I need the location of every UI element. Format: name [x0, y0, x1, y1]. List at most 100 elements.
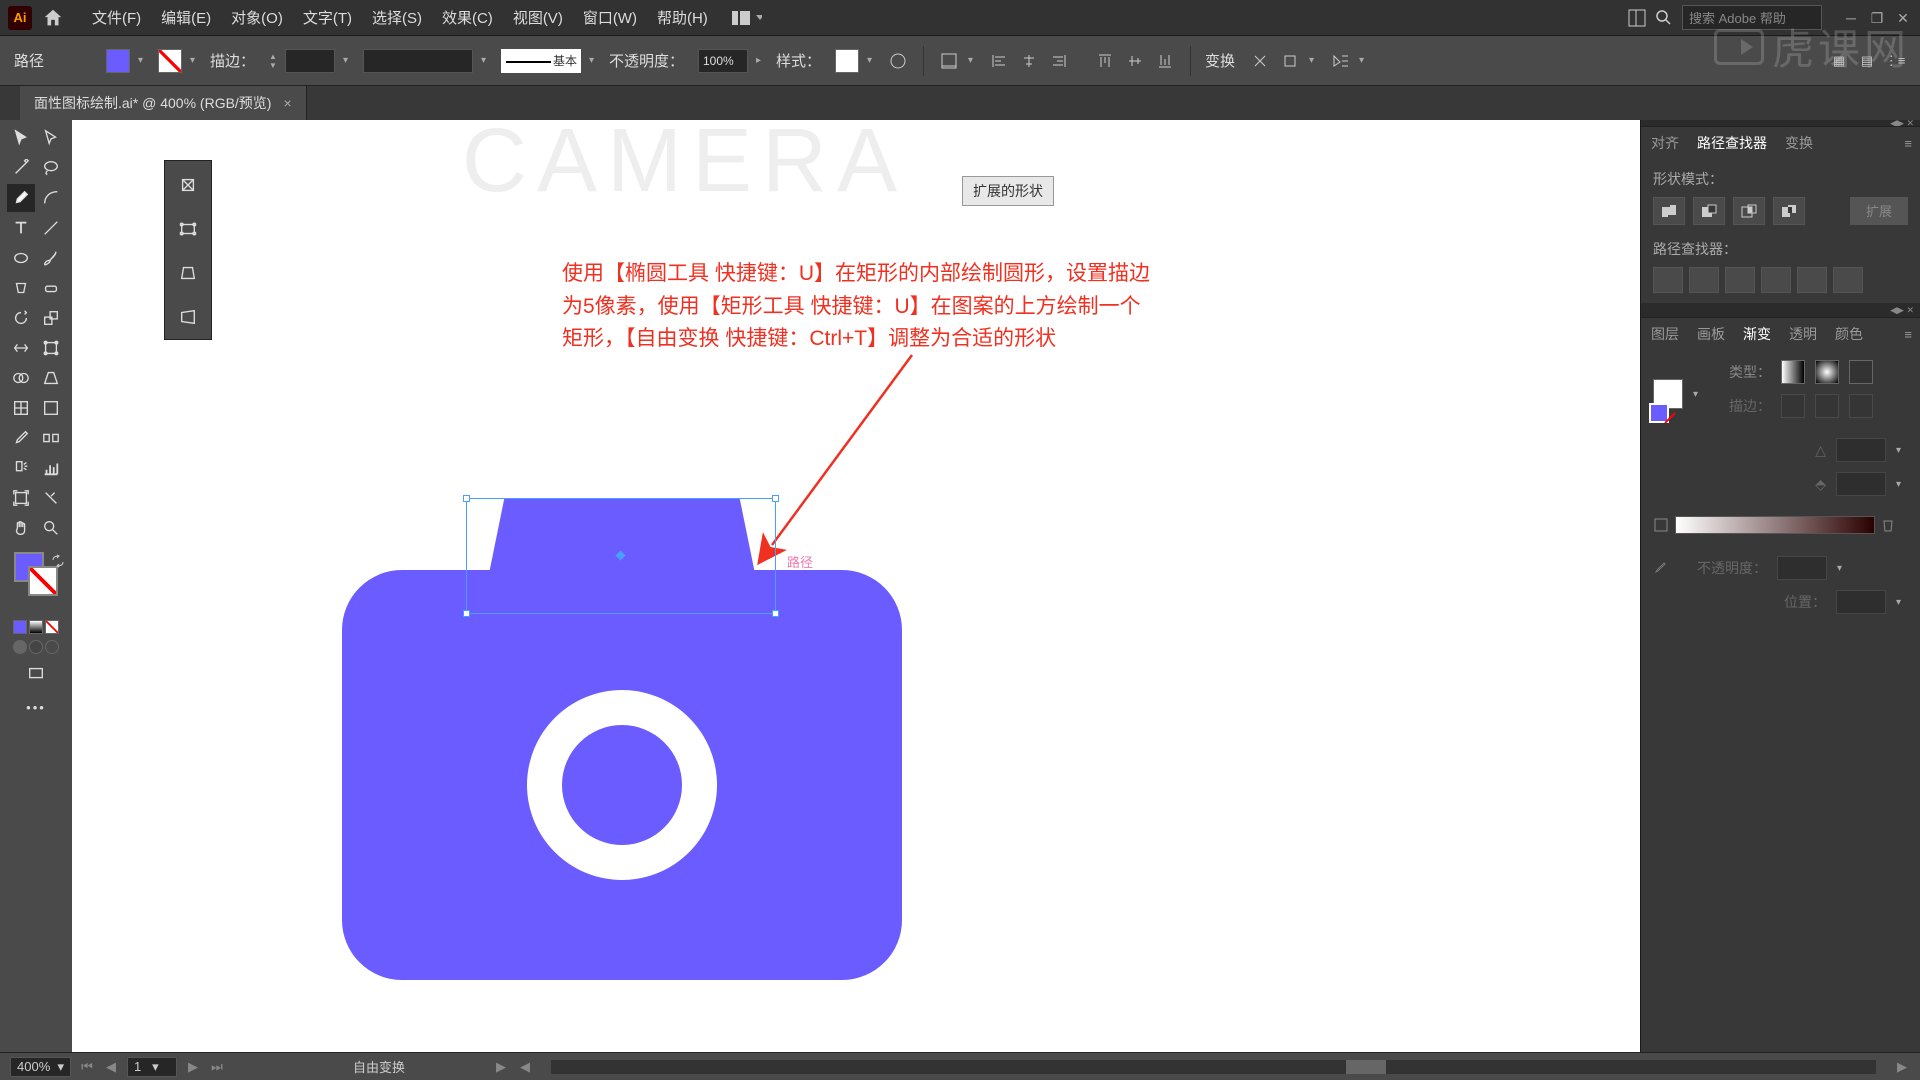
tab-close-icon[interactable]: × [283, 95, 291, 111]
panel-collapse-icon-2[interactable]: ◀▶ ✕ [1890, 305, 1914, 316]
handle-tl[interactable] [463, 495, 470, 502]
tab-color[interactable]: 颜色 [1835, 324, 1863, 344]
scale-tool[interactable] [37, 304, 65, 332]
minimize-icon[interactable]: ─ [1842, 11, 1860, 25]
expand-button[interactable]: 扩展 [1850, 197, 1908, 225]
minus-back-button[interactable] [1833, 267, 1863, 293]
menu-type[interactable]: 文字(T) [293, 7, 362, 28]
artboard-tool[interactable] [7, 484, 35, 512]
close-icon[interactable]: ✕ [1894, 11, 1912, 25]
magic-wand-tool[interactable] [7, 154, 35, 182]
fill-dropdown[interactable]: ▾ [138, 55, 150, 66]
perspective-tool[interactable] [37, 364, 65, 392]
pen-tool[interactable] [7, 184, 35, 212]
eraser-tool[interactable] [37, 274, 65, 302]
home-icon[interactable] [42, 7, 64, 29]
tab-transparency[interactable]: 透明 [1789, 324, 1817, 344]
stepper-up[interactable]: ▲ [269, 52, 277, 61]
align-top-icon[interactable] [1094, 50, 1116, 72]
menu-window[interactable]: 窗口(W) [573, 7, 647, 28]
ellipse-tool[interactable] [7, 244, 35, 272]
stroke-dropdown[interactable]: ▾ [190, 55, 202, 66]
rotate-tool[interactable] [7, 304, 35, 332]
free-transform-tool[interactable] [37, 334, 65, 362]
preferences-icon[interactable]: ▤ [1856, 50, 1878, 72]
camera-shape[interactable] [342, 570, 902, 980]
width-tool[interactable] [7, 334, 35, 362]
zoom-tool[interactable] [37, 514, 65, 542]
tab-pathfinder[interactable]: 路径查找器 [1697, 133, 1767, 153]
edit-similar-icon[interactable] [1279, 50, 1301, 72]
free-transform-widget[interactable] [164, 160, 212, 340]
hand-tool[interactable] [7, 514, 35, 542]
stroke-weight-dropdown[interactable]: ▾ [343, 55, 355, 66]
free-transform-icon[interactable] [174, 215, 202, 243]
document-tab[interactable]: 面性图标绘制.ai* @ 400% (RGB/预览) × [20, 86, 307, 120]
symbol-sprayer-tool[interactable] [7, 454, 35, 482]
opacity-input[interactable] [698, 49, 748, 73]
arrange-icon[interactable] [1628, 9, 1646, 27]
curvature-tool[interactable] [37, 184, 65, 212]
menu-view[interactable]: 视图(V) [503, 7, 573, 28]
swap-colors-icon[interactable] [51, 554, 65, 568]
freeform-gradient-button[interactable] [1849, 360, 1873, 384]
intersect-button[interactable] [1733, 197, 1765, 225]
shaper-tool[interactable] [7, 274, 35, 302]
prev-artboard-icon[interactable]: ◀ [103, 1059, 119, 1075]
screen-mode-icons[interactable] [13, 640, 59, 654]
align-vcenter-icon[interactable] [1124, 50, 1146, 72]
selection-tool[interactable] [7, 124, 35, 152]
trim-button[interactable] [1689, 267, 1719, 293]
doc-setup-icon[interactable]: ▦ [1828, 50, 1850, 72]
tab-layers[interactable]: 图层 [1651, 324, 1679, 344]
isolate-icon[interactable] [1249, 50, 1271, 72]
search-input[interactable]: 搜索 Adobe 帮助 [1682, 5, 1822, 30]
zoom-select[interactable]: 400% ▾ [10, 1057, 71, 1077]
change-screen-mode[interactable] [22, 660, 50, 688]
free-distort-icon[interactable] [174, 303, 202, 331]
last-artboard-icon[interactable]: ⏭ [209, 1059, 225, 1075]
graph-tool[interactable] [37, 454, 65, 482]
align-left-icon[interactable] [988, 50, 1010, 72]
align-to-icon[interactable] [938, 50, 960, 72]
menu-effect[interactable]: 效果(C) [432, 7, 503, 28]
artboard-select[interactable]: 1 ▾ [127, 1057, 177, 1077]
tab-gradient[interactable]: 渐变 [1743, 324, 1771, 344]
lasso-tool[interactable] [37, 154, 65, 182]
perspective-distort-icon[interactable] [174, 259, 202, 287]
edit-toolbar-icon[interactable]: ••• [26, 700, 46, 715]
h-scrollbar[interactable] [551, 1060, 1876, 1074]
scroll-left-icon[interactable]: ◀ [517, 1059, 533, 1075]
transform-label[interactable]: 变换 [1205, 50, 1235, 71]
align-hcenter-icon[interactable] [1018, 50, 1040, 72]
select-similar-icon[interactable] [1329, 50, 1351, 72]
brush-preview[interactable]: 基本 [501, 49, 581, 73]
line-tool[interactable] [37, 214, 65, 242]
h-scroll-thumb[interactable] [1346, 1060, 1386, 1074]
first-artboard-icon[interactable]: ⏮ [79, 1059, 95, 1075]
mesh-tool[interactable] [7, 394, 35, 422]
fill-swatch[interactable] [106, 49, 130, 73]
direct-selection-tool[interactable] [37, 124, 65, 152]
crop-button[interactable] [1761, 267, 1791, 293]
search-icon[interactable] [1656, 10, 1672, 26]
restore-icon[interactable]: ❐ [1868, 11, 1886, 25]
status-expand-icon[interactable]: ▶ [493, 1059, 509, 1075]
constrain-icon[interactable] [174, 171, 202, 199]
tab-transform[interactable]: 变换 [1785, 133, 1813, 153]
outline-button[interactable] [1797, 267, 1827, 293]
panel-menu-icon[interactable]: ≡ [1904, 136, 1912, 151]
menu-object[interactable]: 对象(O) [221, 7, 293, 28]
shape-builder-tool[interactable] [7, 364, 35, 392]
type-tool[interactable] [7, 214, 35, 242]
merge-button[interactable] [1725, 267, 1755, 293]
tab-align[interactable]: 对齐 [1651, 133, 1679, 153]
minus-front-button[interactable] [1693, 197, 1725, 225]
stroke-swatch[interactable] [158, 49, 182, 73]
menu-edit[interactable]: 编辑(E) [151, 7, 221, 28]
handle-bl[interactable] [463, 610, 470, 617]
blend-tool[interactable] [37, 424, 65, 452]
radial-gradient-button[interactable] [1815, 360, 1839, 384]
gradient-slider[interactable] [1675, 516, 1875, 534]
variable-width-input[interactable] [363, 49, 473, 73]
